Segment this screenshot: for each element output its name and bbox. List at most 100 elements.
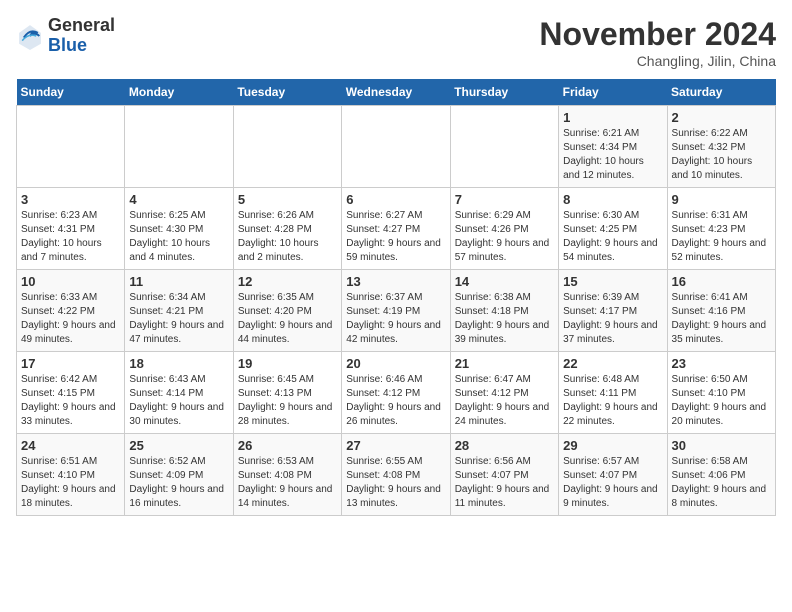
- day-info: Sunrise: 6:33 AM Sunset: 4:22 PM Dayligh…: [21, 291, 120, 347]
- day-info: Sunrise: 6:45 AM Sunset: 4:13 PM Dayligh…: [238, 373, 337, 429]
- day-info: Sunrise: 6:35 AM Sunset: 4:20 PM Dayligh…: [238, 291, 337, 347]
- day-number: 20: [346, 356, 445, 371]
- day-number: 7: [455, 192, 554, 207]
- calendar-cell: 15 Sunrise: 6:39 AM Sunset: 4:17 PM Dayli…: [559, 270, 667, 352]
- day-info: Sunrise: 6:52 AM Sunset: 4:09 PM Dayligh…: [129, 455, 228, 511]
- calendar-cell: 1 Sunrise: 6:21 AM Sunset: 4:34 PM Daylig…: [559, 106, 667, 188]
- day-number: 9: [672, 192, 771, 207]
- calendar-cell: [450, 106, 558, 188]
- calendar-header-row: SundayMondayTuesdayWednesdayThursdayFrid…: [17, 79, 776, 106]
- calendar-cell: 24 Sunrise: 6:51 AM Sunset: 4:10 PM Dayli…: [17, 434, 125, 516]
- day-number: 19: [238, 356, 337, 371]
- calendar-cell: 16Sunrise: 6:41 AM Sunset: 4:16 PM Dayli…: [667, 270, 775, 352]
- day-info: Sunrise: 6:53 AM Sunset: 4:08 PM Dayligh…: [238, 455, 337, 511]
- day-info: Sunrise: 6:37 AM Sunset: 4:19 PM Dayligh…: [346, 291, 445, 347]
- day-number: 1: [563, 110, 662, 125]
- day-info: Sunrise: 6:27 AM Sunset: 4:27 PM Dayligh…: [346, 209, 445, 265]
- calendar-cell: 6 Sunrise: 6:27 AM Sunset: 4:27 PM Daylig…: [342, 188, 450, 270]
- calendar-cell: 28 Sunrise: 6:56 AM Sunset: 4:07 PM Dayli…: [450, 434, 558, 516]
- logo-text: General Blue: [48, 16, 115, 56]
- column-header-monday: Monday: [125, 79, 233, 106]
- calendar-cell: 4 Sunrise: 6:25 AM Sunset: 4:30 PM Daylig…: [125, 188, 233, 270]
- calendar-cell: [125, 106, 233, 188]
- day-info: Sunrise: 6:56 AM Sunset: 4:07 PM Dayligh…: [455, 455, 554, 511]
- calendar-cell: 25Sunrise: 6:52 AM Sunset: 4:09 PM Dayli…: [125, 434, 233, 516]
- day-info: Sunrise: 6:39 AM Sunset: 4:17 PM Dayligh…: [563, 291, 662, 347]
- day-number: 3: [21, 192, 120, 207]
- day-number: 2: [672, 110, 771, 125]
- day-number: 16: [672, 274, 771, 289]
- logo: General Blue: [16, 16, 115, 56]
- logo-blue: Blue: [48, 36, 115, 56]
- page-header: General Blue November 2024 Changling, Ji…: [16, 16, 776, 69]
- day-number: 17: [21, 356, 120, 371]
- day-number: 26: [238, 438, 337, 453]
- day-number: 11: [129, 274, 228, 289]
- day-info: Sunrise: 6:47 AM Sunset: 4:12 PM Dayligh…: [455, 373, 554, 429]
- day-number: 22: [563, 356, 662, 371]
- day-info: Sunrise: 6:58 AM Sunset: 4:06 PM Dayligh…: [672, 455, 771, 511]
- day-number: 29: [563, 438, 662, 453]
- day-info: Sunrise: 6:48 AM Sunset: 4:11 PM Dayligh…: [563, 373, 662, 429]
- week-row-2: 3Sunrise: 6:23 AM Sunset: 4:31 PM Daylig…: [17, 188, 776, 270]
- calendar-cell: 19 Sunrise: 6:45 AM Sunset: 4:13 PM Dayli…: [233, 352, 341, 434]
- day-number: 6: [346, 192, 445, 207]
- day-number: 23: [672, 356, 771, 371]
- day-info: Sunrise: 6:31 AM Sunset: 4:23 PM Dayligh…: [672, 209, 771, 265]
- calendar-cell: 21 Sunrise: 6:47 AM Sunset: 4:12 PM Dayli…: [450, 352, 558, 434]
- column-header-friday: Friday: [559, 79, 667, 106]
- day-number: 4: [129, 192, 228, 207]
- day-number: 10: [21, 274, 120, 289]
- calendar-cell: 9 Sunrise: 6:31 AM Sunset: 4:23 PM Daylig…: [667, 188, 775, 270]
- column-header-sunday: Sunday: [17, 79, 125, 106]
- calendar-cell: 13 Sunrise: 6:37 AM Sunset: 4:19 PM Dayli…: [342, 270, 450, 352]
- day-number: 12: [238, 274, 337, 289]
- calendar-table: SundayMondayTuesdayWednesdayThursdayFrid…: [16, 79, 776, 516]
- day-number: 5: [238, 192, 337, 207]
- calendar-cell: 3Sunrise: 6:23 AM Sunset: 4:31 PM Daylig…: [17, 188, 125, 270]
- week-row-1: 1 Sunrise: 6:21 AM Sunset: 4:34 PM Daylig…: [17, 106, 776, 188]
- day-info: Sunrise: 6:21 AM Sunset: 4:34 PM Dayligh…: [563, 127, 662, 183]
- day-number: 13: [346, 274, 445, 289]
- calendar-cell: 11 Sunrise: 6:34 AM Sunset: 4:21 PM Dayli…: [125, 270, 233, 352]
- calendar-cell: 10 Sunrise: 6:33 AM Sunset: 4:22 PM Dayli…: [17, 270, 125, 352]
- day-info: Sunrise: 6:55 AM Sunset: 4:08 PM Dayligh…: [346, 455, 445, 511]
- calendar-cell: 14 Sunrise: 6:38 AM Sunset: 4:18 PM Dayli…: [450, 270, 558, 352]
- location-subtitle: Changling, Jilin, China: [539, 53, 776, 69]
- calendar-cell: 5 Sunrise: 6:26 AM Sunset: 4:28 PM Daylig…: [233, 188, 341, 270]
- calendar-cell: 8 Sunrise: 6:30 AM Sunset: 4:25 PM Daylig…: [559, 188, 667, 270]
- day-number: 28: [455, 438, 554, 453]
- calendar-cell: [17, 106, 125, 188]
- day-info: Sunrise: 6:34 AM Sunset: 4:21 PM Dayligh…: [129, 291, 228, 347]
- day-number: 30: [672, 438, 771, 453]
- day-info: Sunrise: 6:46 AM Sunset: 4:12 PM Dayligh…: [346, 373, 445, 429]
- day-number: 14: [455, 274, 554, 289]
- calendar-cell: 18Sunrise: 6:43 AM Sunset: 4:14 PM Dayli…: [125, 352, 233, 434]
- day-info: Sunrise: 6:22 AM Sunset: 4:32 PM Dayligh…: [672, 127, 771, 183]
- day-info: Sunrise: 6:38 AM Sunset: 4:18 PM Dayligh…: [455, 291, 554, 347]
- calendar-cell: 26 Sunrise: 6:53 AM Sunset: 4:08 PM Dayli…: [233, 434, 341, 516]
- day-info: Sunrise: 6:50 AM Sunset: 4:10 PM Dayligh…: [672, 373, 771, 429]
- logo-general: General: [48, 16, 115, 36]
- calendar-cell: 27 Sunrise: 6:55 AM Sunset: 4:08 PM Dayli…: [342, 434, 450, 516]
- calendar-cell: 29 Sunrise: 6:57 AM Sunset: 4:07 PM Dayli…: [559, 434, 667, 516]
- week-row-3: 10 Sunrise: 6:33 AM Sunset: 4:22 PM Dayli…: [17, 270, 776, 352]
- day-info: Sunrise: 6:29 AM Sunset: 4:26 PM Dayligh…: [455, 209, 554, 265]
- day-info: Sunrise: 6:51 AM Sunset: 4:10 PM Dayligh…: [21, 455, 120, 511]
- calendar-cell: [342, 106, 450, 188]
- month-title: November 2024: [539, 16, 776, 53]
- day-number: 21: [455, 356, 554, 371]
- day-info: Sunrise: 6:57 AM Sunset: 4:07 PM Dayligh…: [563, 455, 662, 511]
- calendar-cell: 30 Sunrise: 6:58 AM Sunset: 4:06 PM Dayli…: [667, 434, 775, 516]
- day-number: 18: [129, 356, 228, 371]
- day-number: 15: [563, 274, 662, 289]
- day-info: Sunrise: 6:30 AM Sunset: 4:25 PM Dayligh…: [563, 209, 662, 265]
- day-info: Sunrise: 6:25 AM Sunset: 4:30 PM Dayligh…: [129, 209, 228, 265]
- day-number: 27: [346, 438, 445, 453]
- day-info: Sunrise: 6:42 AM Sunset: 4:15 PM Dayligh…: [21, 373, 120, 429]
- day-info: Sunrise: 6:26 AM Sunset: 4:28 PM Dayligh…: [238, 209, 337, 265]
- day-number: 24: [21, 438, 120, 453]
- calendar-cell: 2 Sunrise: 6:22 AM Sunset: 4:32 PM Daylig…: [667, 106, 775, 188]
- logo-icon: [16, 22, 44, 50]
- day-number: 8: [563, 192, 662, 207]
